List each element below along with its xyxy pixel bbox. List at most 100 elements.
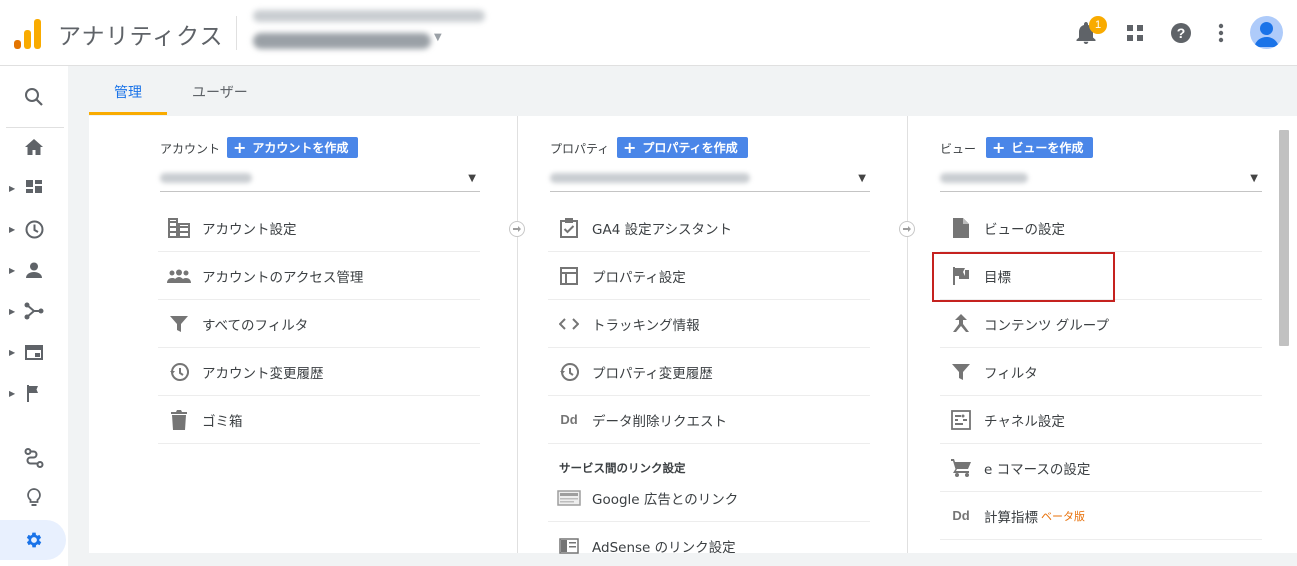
rail-discover[interactable]: [0, 481, 68, 515]
rail-acquisition[interactable]: ▶: [0, 294, 68, 328]
help-icon[interactable]: ?: [1168, 20, 1194, 46]
plus-icon: +: [233, 137, 247, 157]
rail-attribution[interactable]: [0, 441, 68, 475]
menu-label: GA4 設定アシスタント: [592, 221, 733, 238]
menu-ga4-setup-assistant[interactable]: GA4 設定アシスタント: [548, 204, 870, 252]
menu-account-settings[interactable]: アカウント設定: [158, 204, 480, 252]
tab-admin[interactable]: 管理: [114, 82, 142, 102]
menu-trash[interactable]: ゴミ箱: [158, 396, 480, 444]
rail-audience[interactable]: ▶: [0, 253, 68, 287]
menu-label: すべてのフィルタ: [202, 317, 309, 334]
rail-behavior[interactable]: ▶: [0, 335, 68, 369]
window-icon: [556, 263, 582, 289]
account-select-value-blurred: [160, 173, 252, 183]
goals-highlight-box: [932, 252, 1115, 302]
menu-label: AdSense のリンク設定: [592, 540, 736, 556]
menu-adsense-link[interactable]: AdSense のリンク設定: [548, 522, 870, 566]
arrow-right-icon: [509, 221, 525, 237]
lightbulb-icon: [27, 488, 41, 506]
chevron-down-icon: ▼: [468, 173, 476, 184]
menu-google-ads-link[interactable]: Google 広告とのリンク: [548, 474, 870, 522]
rail-search[interactable]: [0, 80, 68, 114]
menu-label: コンテンツ グループ: [984, 317, 1109, 334]
menu-account-history[interactable]: アカウント変更履歴: [158, 348, 480, 396]
menu-label: Google 広告とのリンク: [592, 491, 739, 508]
property-column-label: プロパティ: [550, 142, 610, 156]
menu-content-grouping[interactable]: コンテンツ グループ: [940, 300, 1262, 348]
tab-users[interactable]: ユーザー: [192, 82, 248, 102]
expand-caret-icon: ▶: [9, 183, 16, 193]
plus-icon: +: [623, 137, 637, 157]
vertical-scrollbar-thumb[interactable]: [1279, 130, 1289, 346]
rail-home[interactable]: [0, 130, 68, 164]
menu-label: e コマースの設定: [984, 461, 1091, 478]
column-divider: [907, 116, 908, 553]
dd-icon: Dd: [952, 508, 970, 523]
menu-property-settings[interactable]: プロパティ設定: [548, 252, 870, 300]
behavior-window-icon: [25, 344, 43, 360]
property-select[interactable]: ▼: [550, 169, 870, 192]
menu-label: プロパティ変更履歴: [592, 365, 713, 382]
chevron-down-icon: ▼: [1250, 173, 1258, 184]
create-account-label: アカウントを作成: [252, 141, 349, 155]
analytics-logo[interactable]: [14, 17, 42, 49]
menu-label: トラッキング情報: [592, 317, 700, 334]
dashboard-icon: [26, 180, 42, 193]
rail-admin[interactable]: [0, 523, 68, 557]
document-icon: [948, 215, 974, 241]
arrow-right-icon: [899, 221, 915, 237]
svg-text:?: ?: [1177, 25, 1186, 41]
property-select-value-blurred: [550, 173, 750, 183]
active-tab-underline: [89, 112, 167, 115]
menu-channel-settings[interactable]: チャネル設定: [940, 396, 1262, 444]
rail-realtime[interactable]: ▶: [0, 212, 68, 246]
building-icon: [166, 215, 192, 241]
menu-label: 計算指標: [984, 509, 1038, 526]
column-divider: [517, 116, 518, 553]
rail-divider: [6, 127, 64, 128]
menu-tracking-info[interactable]: トラッキング情報: [548, 300, 870, 348]
menu-property-history[interactable]: プロパティ変更履歴: [548, 348, 870, 396]
content-group-icon: [948, 311, 974, 337]
home-icon: [25, 139, 43, 155]
menu-view-filters[interactable]: フィルタ: [940, 348, 1262, 396]
menu-label: ゴミ箱: [202, 413, 243, 430]
account-column-label: アカウント: [160, 142, 221, 156]
ads-panel-icon: [556, 485, 582, 511]
view-name-blurred: [253, 33, 431, 49]
view-column-label: ビュー: [940, 142, 977, 156]
menu-data-deletion[interactable]: Dd データ削除リクエスト: [548, 396, 870, 444]
create-property-button[interactable]: + プロパティを作成: [617, 137, 748, 158]
dd-icon: Dd: [560, 412, 578, 427]
menu-label: データ削除リクエスト: [592, 413, 727, 430]
expand-caret-icon: ▶: [9, 306, 16, 316]
filter-icon: [166, 311, 192, 337]
filter-icon: [948, 359, 974, 385]
person-icon: [26, 262, 42, 278]
user-avatar[interactable]: [1250, 16, 1283, 49]
create-account-button[interactable]: + アカウントを作成: [227, 137, 359, 158]
channel-icon: [948, 407, 974, 433]
menu-calculated-metrics[interactable]: Dd 計算指標 ベータ版: [940, 492, 1262, 540]
view-select[interactable]: ▼: [940, 169, 1262, 192]
menu-label: チャネル設定: [984, 413, 1065, 430]
account-selector-caret-icon: ▼: [434, 32, 442, 43]
create-view-button[interactable]: + ビューを作成: [986, 137, 1094, 158]
menu-view-settings[interactable]: ビューの設定: [940, 204, 1262, 252]
menu-all-filters[interactable]: すべてのフィルタ: [158, 300, 480, 348]
rail-customization[interactable]: ▶: [0, 171, 68, 205]
account-select[interactable]: ▼: [160, 169, 480, 192]
apps-grid-icon[interactable]: [1122, 20, 1148, 46]
menu-account-access[interactable]: アカウントのアクセス管理: [158, 252, 480, 300]
rail-conversions[interactable]: ▶: [0, 376, 68, 410]
expand-caret-icon: ▶: [9, 224, 16, 234]
menu-ecommerce-settings[interactable]: e コマースの設定: [940, 444, 1262, 492]
view-select-value-blurred: [940, 173, 1028, 183]
more-options-icon[interactable]: [1208, 20, 1234, 46]
cart-icon: [948, 455, 974, 481]
chevron-down-icon: ▼: [858, 173, 866, 184]
flag-icon: [27, 384, 38, 402]
expand-caret-icon: ▶: [9, 388, 16, 398]
create-view-label: ビューを作成: [1011, 141, 1084, 155]
history-icon: [556, 359, 582, 385]
